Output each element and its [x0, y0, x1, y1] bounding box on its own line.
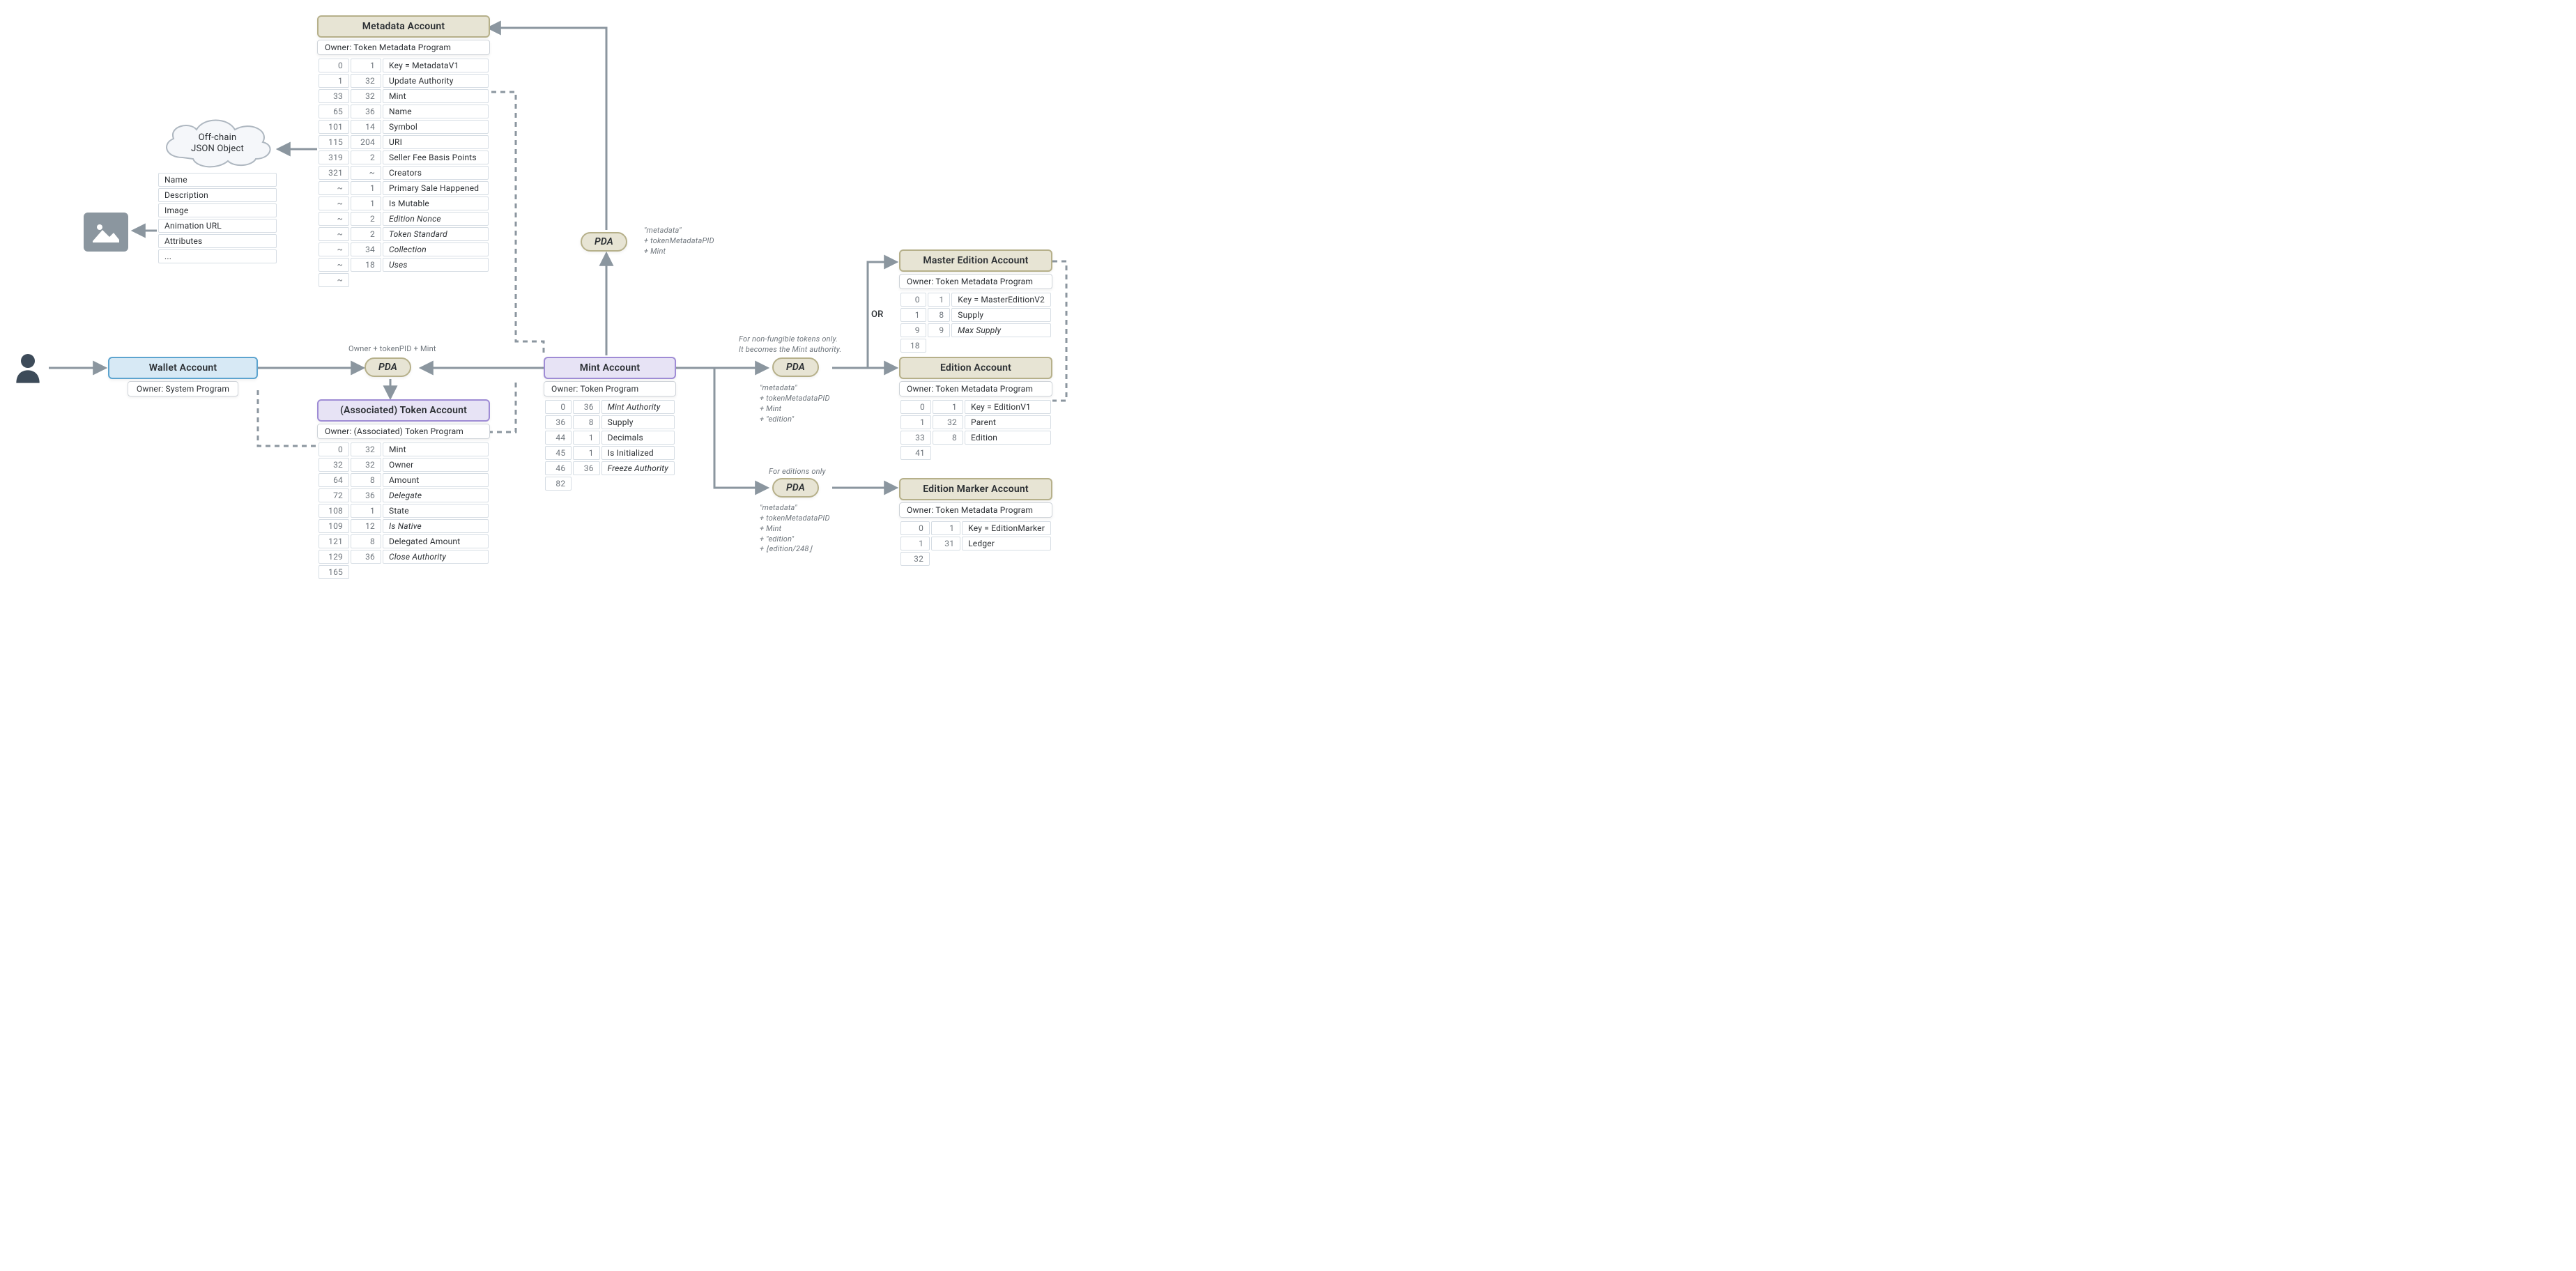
metadata-owner: Owner: Token Metadata Program [317, 40, 490, 55]
pda-ata-seeds: Owner + tokenPID + Mint [348, 344, 436, 355]
token-account-fields: 032Mint 3232Owner 648Amount 7236Delegate… [317, 441, 490, 580]
metadata-account: Metadata Account Owner: Token Metadata P… [317, 15, 490, 288]
token-account-owner: Owner: (Associated) Token Program [317, 424, 490, 439]
cloud-fields: Name Description Image Animation URL Att… [158, 171, 277, 265]
master-title: Master Edition Account [899, 249, 1052, 272]
cloud-line1: Off-chain [199, 132, 237, 144]
edition-fields: 01Key = EditionV1 132Parent 338Edition 4… [899, 399, 1052, 461]
mint-fields: 036Mint Authority 368Supply 441Decimals … [544, 399, 676, 492]
mint-owner: Owner: Token Program [544, 381, 676, 396]
pda-edition-note: For non-fungible tokens only. It becomes… [739, 334, 841, 355]
marker-fields: 01Key = EditionMarker 131Ledger 32 [899, 520, 1052, 567]
edition-account: Edition Account Owner: Token Metadata Pr… [899, 357, 1052, 461]
pda-marker: PDA [772, 478, 819, 498]
token-account: (Associated) Token Account Owner: (Assoc… [317, 399, 490, 580]
pda-marker-seeds: "metadata" + tokenMetadataPID + Mint + "… [760, 503, 830, 555]
offchain-cloud: Off-chain JSON Object Name Description I… [158, 116, 277, 265]
edition-marker-account: Edition Marker Account Owner: Token Meta… [899, 478, 1052, 567]
pda-metadata-seeds: "metadata" + tokenMetadataPID + Mint [644, 226, 714, 257]
wallet-account: Wallet Account Owner: System Program [108, 357, 258, 396]
marker-owner: Owner: Token Metadata Program [899, 502, 1052, 518]
edition-owner: Owner: Token Metadata Program [899, 381, 1052, 396]
wallet-title: Wallet Account [108, 357, 258, 379]
marker-title: Edition Marker Account [899, 478, 1052, 500]
pda-metadata: PDA [581, 232, 627, 252]
master-fields: 01Key = MasterEditionV2 18Supply 99Max S… [899, 291, 1052, 354]
cloud-line2: JSON Object [191, 144, 244, 155]
user-icon [14, 353, 42, 383]
master-owner: Owner: Token Metadata Program [899, 274, 1052, 289]
pda-edition: PDA [772, 357, 819, 377]
wallet-owner: Owner: System Program [128, 381, 238, 396]
token-account-title: (Associated) Token Account [317, 399, 490, 422]
pda-edition-seeds: "metadata" + tokenMetadataPID + Mint + "… [760, 383, 830, 424]
master-edition-account: Master Edition Account Owner: Token Meta… [899, 249, 1052, 354]
pda-marker-note: For editions only [769, 467, 826, 477]
edition-title: Edition Account [899, 357, 1052, 379]
mint-account: Mint Account Owner: Token Program 036Min… [544, 357, 676, 492]
metadata-title: Metadata Account [317, 15, 490, 38]
image-icon [84, 213, 128, 252]
or-label: OR [871, 309, 884, 320]
mint-title: Mint Account [544, 357, 676, 379]
pda-ata: PDA [365, 357, 411, 377]
metadata-fields: 01Key = MetadataV1 132Update Authority 3… [317, 57, 490, 288]
diagram-canvas: Wallet Account Owner: System Program Off… [0, 0, 1073, 571]
